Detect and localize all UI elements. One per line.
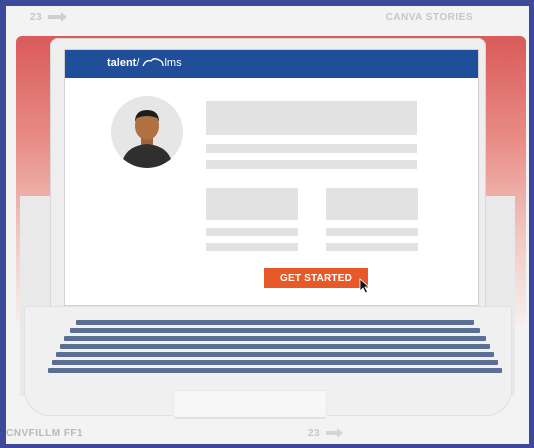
talentlms-logo: talent/ lms bbox=[107, 57, 182, 69]
keyboard-row bbox=[76, 320, 474, 325]
keyboard-row bbox=[64, 336, 486, 341]
placeholder-title bbox=[206, 101, 417, 135]
placeholder-line bbox=[206, 243, 298, 251]
person-avatar-icon bbox=[111, 96, 183, 168]
app-header: talent/ lms bbox=[65, 50, 478, 78]
film-brand-label: CANVA STORIES bbox=[385, 12, 473, 23]
placeholder-block-right bbox=[326, 188, 418, 220]
laptop-screen: talent/ lms GET STARTED bbox=[64, 49, 479, 306]
placeholder-line bbox=[206, 228, 298, 236]
keyboard-row bbox=[52, 360, 498, 365]
keyboard-row bbox=[70, 328, 480, 333]
placeholder-block-left bbox=[206, 188, 298, 220]
placeholder-line bbox=[206, 160, 417, 169]
get-started-button[interactable]: GET STARTED bbox=[264, 268, 368, 288]
frame-number: 23 bbox=[30, 12, 43, 23]
film-strip-bottom: CNVFILLM FF1 23 bbox=[6, 422, 529, 444]
placeholder-line bbox=[206, 144, 417, 153]
film-code-label: CNVFILLM FF1 bbox=[6, 428, 84, 439]
arrow-right-icon bbox=[48, 12, 67, 22]
frame-number: 23 bbox=[308, 428, 321, 439]
placeholder-line bbox=[326, 243, 418, 251]
trackpad bbox=[174, 391, 326, 417]
keyboard-row bbox=[48, 368, 502, 373]
video-frame: 23 CANVA STORIES talent/ lms GET STARTED… bbox=[6, 6, 529, 444]
cloud-logo-icon bbox=[142, 58, 165, 67]
mouse-pointer-icon bbox=[359, 278, 371, 294]
placeholder-line bbox=[326, 228, 418, 236]
keyboard-row bbox=[56, 352, 494, 357]
film-strip-top: 23 CANVA STORIES bbox=[6, 6, 529, 28]
keyboard-row bbox=[60, 344, 490, 349]
arrow-right-icon bbox=[326, 428, 343, 438]
